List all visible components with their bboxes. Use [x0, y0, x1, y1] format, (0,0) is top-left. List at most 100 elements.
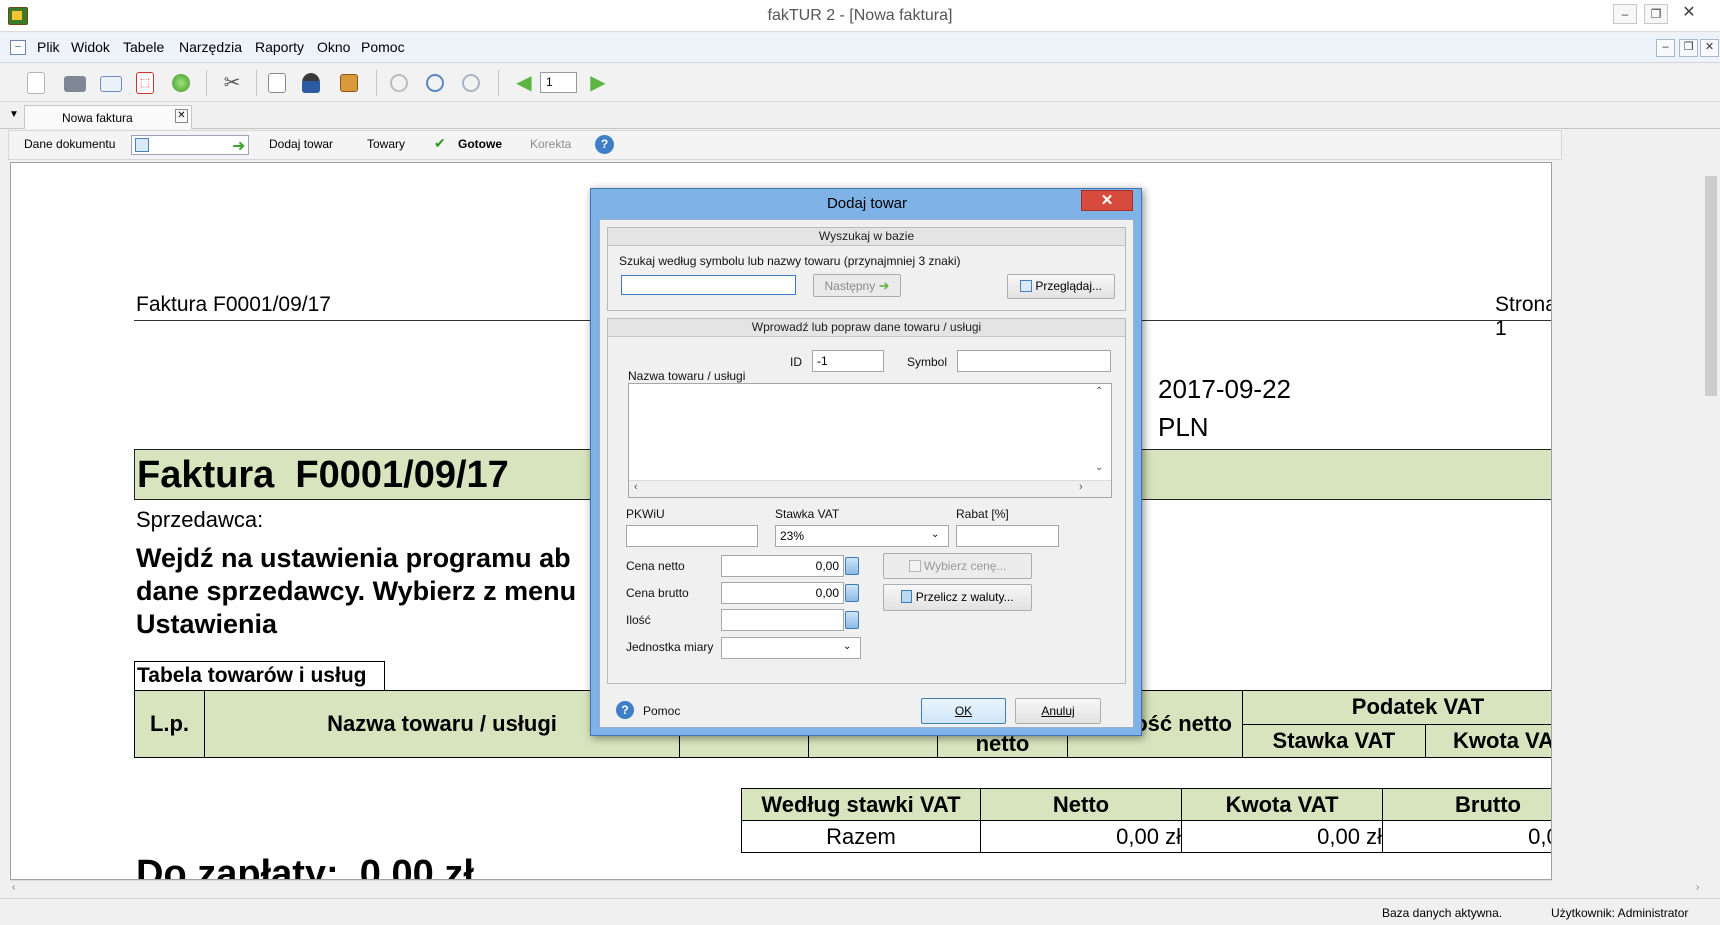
window-title: fakTUR 2 - [Nowa faktura] [767, 7, 953, 24]
mdi-close-icon[interactable]: ✕ [1700, 39, 1719, 57]
browse-button-label: Przeglądaj... [1035, 279, 1103, 293]
korekta-button[interactable]: Korekta [530, 137, 571, 151]
previous-page-icon[interactable]: ◀ [512, 71, 536, 95]
search-input[interactable] [621, 275, 796, 295]
discount-input[interactable] [956, 525, 1059, 547]
choose-price-label: Wybierz cenę... [923, 559, 1007, 573]
vat-rate-label: Stawka VAT [775, 507, 840, 521]
print-icon[interactable] [64, 76, 86, 92]
customer-icon[interactable] [302, 73, 320, 93]
dialog-help-link[interactable]: Pomoc [643, 704, 680, 718]
towary-button[interactable]: Towary [367, 137, 405, 151]
pdf-icon[interactable]: ⬚ [136, 72, 154, 94]
next-button[interactable]: Następny ➜ [813, 274, 901, 297]
minimize-icon[interactable]: – [1613, 4, 1637, 24]
choose-price-icon [908, 560, 921, 572]
restore-icon[interactable]: ❐ [1644, 4, 1668, 24]
tab-list-chevron-icon[interactable]: ▼ [9, 109, 19, 120]
dialog-close-button[interactable]: ✕ [1081, 190, 1133, 211]
web-icon[interactable] [172, 74, 190, 92]
toolbar-separator [376, 70, 377, 96]
menu-raporty[interactable]: Raporty [255, 39, 304, 55]
summary-vat: 0,00 zł [1181, 820, 1383, 853]
pkwiu-label: PKWiU [626, 507, 665, 521]
menu-pomoc[interactable]: Pomoc [361, 39, 405, 55]
next-page-icon[interactable]: ▶ [586, 71, 610, 95]
id-label: ID [790, 355, 802, 369]
unit-select[interactable]: ⌄ [721, 637, 861, 659]
tab-nowa-faktura[interactable]: Nowa faktura ✕ [24, 105, 192, 129]
symbol-input[interactable] [957, 350, 1111, 372]
vertical-scroll-thumb[interactable] [1705, 176, 1717, 396]
vertical-scrollbar[interactable] [1702, 162, 1720, 880]
unit-label: Jednostka miary [626, 640, 714, 654]
page-number-input[interactable]: 1 [540, 72, 577, 93]
seller-info-line: Wejdź na ustawienia programu ab [136, 543, 571, 573]
gross-price-input[interactable]: 0,00 [721, 582, 844, 604]
textarea-hscroll[interactable]: ‹ › [629, 480, 1111, 497]
dane-dokumentu-button[interactable]: Dane dokumentu [24, 137, 115, 151]
document-view-icon[interactable] [426, 74, 444, 92]
toolbar-separator [498, 70, 499, 96]
cancel-button[interactable]: Anuluj [1015, 698, 1101, 724]
tab-close-icon[interactable]: ✕ [175, 109, 188, 123]
scroll-left-icon[interactable]: ‹ [12, 882, 15, 893]
menu-widok[interactable]: Widok [71, 39, 110, 55]
quantity-input[interactable] [721, 609, 844, 631]
calculator-icon[interactable] [845, 557, 859, 575]
calculator-icon[interactable] [845, 584, 859, 602]
go-arrow-icon[interactable]: ➜ [232, 136, 245, 156]
copy-icon[interactable] [268, 73, 286, 93]
quantity-label: Ilość [626, 613, 651, 627]
product-name-textarea[interactable]: ⌃ ⌄ ‹ › [628, 383, 1112, 498]
system-menu-icon[interactable]: – [10, 40, 26, 55]
browse-button[interactable]: Przeglądaj... [1007, 274, 1115, 299]
convert-calculator-icon [901, 590, 913, 603]
menu-okno[interactable]: Okno [317, 39, 350, 55]
items-table-title-box: Tabela towarów i usług [134, 661, 385, 691]
vat-rate-select[interactable]: 23% ⌄ [775, 525, 949, 547]
calculator-icon[interactable] [845, 611, 859, 629]
dialog-title: Dodaj towar [826, 195, 908, 212]
net-price-input[interactable]: 0,00 [721, 555, 844, 577]
scroll-right-icon[interactable]: › [1079, 481, 1083, 493]
convert-currency-button[interactable]: Przelicz z waluty... [883, 584, 1032, 611]
document-view-disabled-icon[interactable] [462, 74, 480, 92]
ok-button[interactable]: OK [921, 698, 1006, 724]
next-button-label: Następny [824, 279, 876, 293]
mdi-restore-icon[interactable]: ❐ [1679, 39, 1698, 57]
choose-price-button[interactable]: Wybierz cenę... [883, 553, 1032, 579]
help-icon[interactable]: ? [595, 135, 614, 154]
summary-row-label: Razem [741, 820, 981, 853]
new-document-icon[interactable] [27, 72, 45, 94]
convert-currency-label: Przelicz z waluty... [915, 590, 1014, 604]
product-box-icon[interactable] [340, 74, 358, 92]
menu-tabele[interactable]: Tabele [123, 39, 164, 55]
menu-narzedzia[interactable]: Narzędzia [179, 39, 242, 55]
scroll-up-icon[interactable]: ⌃ [1095, 386, 1103, 397]
scroll-left-icon[interactable]: ‹ [634, 481, 638, 493]
dialog-help-icon[interactable]: ? [616, 701, 634, 719]
invoice-date: 2017-09-22 [1158, 374, 1291, 404]
email-icon[interactable] [100, 76, 122, 92]
close-window-icon[interactable]: ✕ [1677, 4, 1701, 24]
col-vat: Podatek VAT [1242, 690, 1551, 725]
menu-bar: – Plik Widok Tabele Narzędzia Raporty Ok… [0, 33, 1720, 63]
dodaj-towar-button[interactable]: Dodaj towar [269, 137, 333, 151]
scroll-down-icon[interactable]: ⌄ [1095, 462, 1103, 473]
horizontal-scrollbar[interactable]: ‹ › [10, 880, 1699, 897]
disabled-tool-icon[interactable] [390, 74, 408, 92]
document-selector-input[interactable]: ➜ [131, 135, 249, 155]
scroll-right-icon[interactable]: › [1696, 882, 1699, 893]
mdi-minimize-icon[interactable]: – [1656, 39, 1675, 57]
summary-col: Według stawki VAT [741, 788, 981, 821]
pkwiu-input[interactable] [626, 525, 758, 547]
id-input[interactable]: -1 [812, 350, 884, 372]
seller-label: Sprzedawca: [136, 507, 264, 532]
gotowe-button[interactable]: Gotowe [458, 137, 502, 151]
invoice-title: Faktura F0001/09/17 [137, 454, 509, 496]
net-price-label: Cena netto [626, 559, 685, 573]
tools-icon[interactable]: ✂ [220, 71, 244, 95]
toolbar-separator [206, 70, 207, 96]
menu-plik[interactable]: Plik [37, 39, 60, 55]
